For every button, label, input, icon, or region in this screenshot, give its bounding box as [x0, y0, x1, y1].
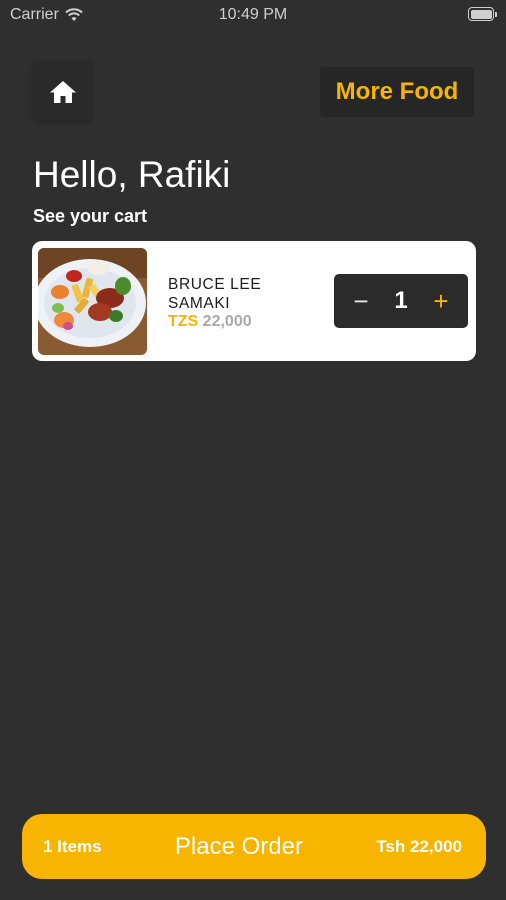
food-name: BRUCE LEE SAMAKI [168, 276, 262, 312]
status-bar: Carrier 10:49 PM [0, 0, 506, 30]
quantity-value: 1 [394, 287, 408, 314]
battery-icon [468, 7, 497, 21]
home-icon [49, 80, 76, 103]
more-food-label: More Food [335, 78, 459, 105]
order-total: Tsh 22,000 [376, 836, 462, 856]
items-count: 1 Items [43, 836, 102, 856]
quantity-stepper: − 1 + [334, 274, 468, 328]
place-order-button[interactable]: 1 Items Place Order Tsh 22,000 [22, 814, 486, 879]
more-food-button[interactable]: More Food [320, 67, 474, 117]
food-image [38, 248, 147, 355]
increase-quantity-button[interactable]: + [430, 286, 452, 317]
price-amount: 22,000 [202, 313, 252, 330]
home-button[interactable] [33, 62, 92, 121]
page-title: Hello, Rafiki [33, 154, 231, 195]
place-order-label: Place Order [174, 832, 303, 860]
cart-item-card: BRUCE LEE SAMAKI TZS 22,000 − 1 + [32, 241, 476, 361]
status-time: 10:49 PM [218, 6, 288, 23]
price-currency: TZS [168, 313, 199, 330]
decrease-quantity-button[interactable]: − [350, 286, 372, 317]
cart-subtitle: See your cart [33, 206, 148, 226]
food-price: TZS 22,000 [168, 313, 252, 331]
